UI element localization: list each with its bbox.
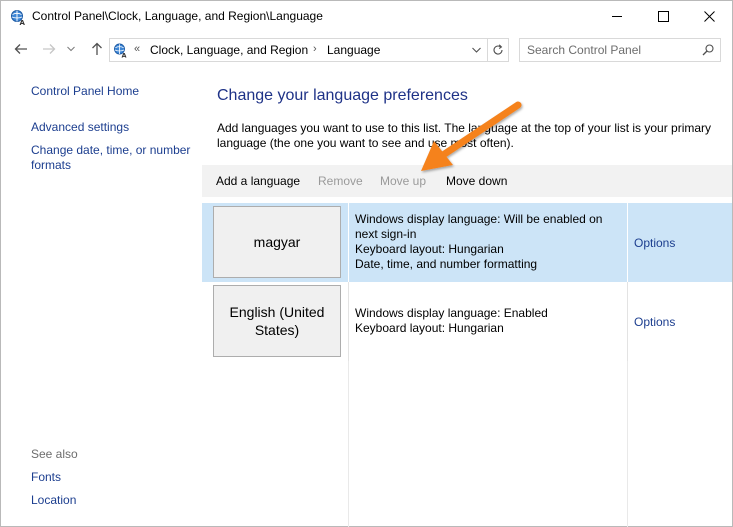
language-detail-line: Keyboard layout: Hungarian [355,321,504,335]
breadcrumb-clock-language-region[interactable]: Clock, Language, and Region [150,43,308,57]
arrow-up-icon [92,42,102,55]
maximize-button[interactable] [640,1,686,31]
advanced-settings-link[interactable]: Advanced settings [31,120,129,134]
page-description: Add languages you want to use to this li… [217,121,712,150]
forward-button[interactable] [39,39,59,59]
remove-button[interactable]: Remove [318,174,363,188]
up-button[interactable] [87,39,107,59]
control-panel-icon: A [114,43,127,59]
chevron-down-icon [471,47,481,53]
close-button[interactable] [686,1,732,31]
chevron-down-icon [67,46,75,52]
language-tile-english[interactable]: English (United States) [213,285,341,357]
language-toolbar: Add a language Remove Move up Move down [202,165,732,197]
location-link[interactable]: Location [31,493,76,507]
maximize-icon [657,10,669,22]
options-link-magyar[interactable]: Options [634,236,675,250]
window-title: Control Panel\Clock, Language, and Regio… [32,9,323,23]
arrow-right-icon [43,44,56,54]
add-language-button[interactable]: Add a language [216,174,300,188]
language-row-magyar[interactable]: magyar Windows display language: Will be… [202,203,732,282]
recent-locations-button[interactable] [64,39,78,59]
see-also-heading: See also [31,447,78,461]
svg-text:A: A [122,52,127,59]
search-input[interactable] [520,39,696,61]
control-panel-window: A Control Panel\Clock, Language, and Reg… [0,0,733,527]
column-divider [627,282,628,361]
options-link-english[interactable]: Options [634,315,675,329]
language-detail-line: Windows display language: Will be enable… [355,212,603,226]
svg-text:A: A [20,19,26,26]
language-detail-line: Keyboard layout: Hungarian [355,242,504,256]
language-tile-magyar[interactable]: magyar [213,206,341,278]
minimize-icon [611,15,622,17]
address-dropdown-button[interactable] [469,42,483,58]
search-icon[interactable] [700,42,716,58]
back-button[interactable] [11,39,31,59]
column-divider [348,203,349,282]
minimize-button[interactable] [594,1,640,31]
close-icon [703,10,715,22]
language-details: Windows display language: Will be enable… [355,212,625,272]
refresh-button[interactable] [487,39,508,61]
language-row-english[interactable]: English (United States) Windows display … [202,282,732,361]
breadcrumb-overflow[interactable]: « [134,43,140,55]
breadcrumb-separator[interactable]: › [313,43,317,55]
title-bar: A Control Panel\Clock, Language, and Reg… [1,1,732,33]
control-panel-icon: A [11,10,26,26]
fonts-link[interactable]: Fonts [31,470,61,484]
change-date-time-formats-link-line2[interactable]: formats [31,158,71,172]
language-detail-line: Windows display language: Enabled [355,306,548,320]
navigation-bar: A « Clock, Language, and Region › Langua… [1,34,732,66]
column-divider [348,361,349,527]
refresh-icon [493,44,503,55]
arrow-left-icon [14,44,27,54]
address-bar[interactable]: A « Clock, Language, and Region › Langua… [109,38,509,62]
search-box[interactable] [519,38,721,62]
column-divider [627,203,628,282]
column-divider [348,282,349,361]
column-divider [627,361,628,527]
language-detail-line: Date, time, and number formatting [355,257,538,271]
change-date-time-formats-link[interactable]: Change date, time, or number [31,143,190,157]
move-down-button[interactable]: Move down [446,174,507,188]
control-panel-home-link[interactable]: Control Panel Home [31,84,139,98]
language-details: Windows display language: Enabled Keyboa… [355,306,625,336]
breadcrumb-language[interactable]: Language [327,43,380,57]
page-title: Change your language preferences [217,87,468,104]
move-up-button[interactable]: Move up [380,174,426,188]
language-detail-line: next sign-in [355,227,417,241]
